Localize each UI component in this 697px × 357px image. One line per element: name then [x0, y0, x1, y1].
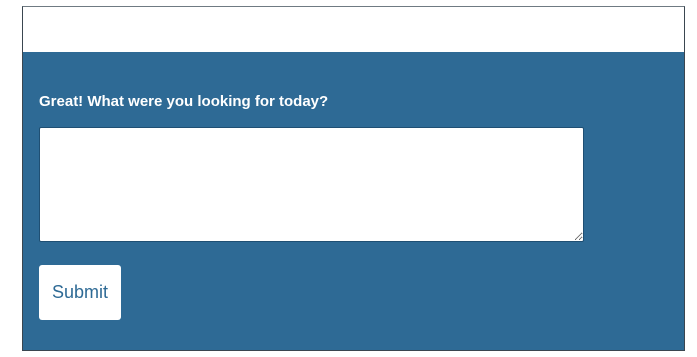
widget-header-strip [23, 7, 684, 52]
feedback-answer-textarea[interactable] [39, 127, 584, 242]
feedback-widget: Great! What were you looking for today? … [22, 6, 685, 351]
feedback-panel: Great! What were you looking for today? … [23, 52, 684, 350]
feedback-question: Great! What were you looking for today? [39, 93, 329, 110]
submit-button[interactable]: Submit [39, 265, 121, 320]
